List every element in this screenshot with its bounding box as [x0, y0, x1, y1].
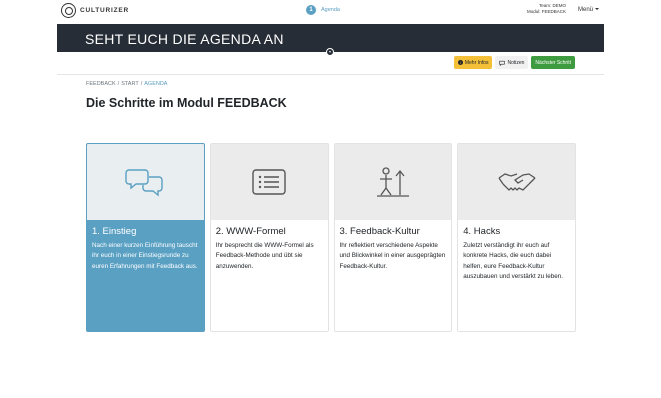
next-step-button[interactable]: Nächster Schritt: [531, 56, 575, 69]
more-info-label: Mehr Infos: [464, 59, 489, 66]
card-image: [334, 144, 452, 220]
logo-icon: [61, 3, 76, 18]
agenda-card-feedback-kultur[interactable]: 3. Feedback-Kultur Ihr reflektiert versc…: [333, 143, 453, 332]
notes-button[interactable]: Notizen: [495, 56, 529, 69]
breadcrumb: FEEDBACK / START / AGENDA: [86, 81, 168, 87]
info-icon: i: [457, 60, 463, 65]
chat-bubbles-icon: [125, 169, 164, 197]
next-step-label: Nächster Schritt: [535, 59, 571, 66]
divider: [57, 74, 604, 75]
agenda-card-einstieg[interactable]: 1. Einstieg Nach einer kurzen Einführung…: [86, 143, 205, 332]
card-text: Ihr reflektiert verschiedene Aspekte und…: [339, 242, 446, 270]
notes-label: Notizen: [507, 59, 525, 66]
list-icon: [252, 169, 286, 195]
team-info: Team: DEMO Modul: FEEDBACK: [527, 3, 566, 15]
chevron-down-icon: [595, 8, 599, 11]
step-label: Agenda: [321, 7, 340, 13]
more-info-button[interactable]: i Mehr Infos: [453, 56, 493, 69]
culturizer-logo[interactable]: CULTURIZER: [61, 3, 129, 18]
modul-line: Modul: FEEDBACK: [526, 9, 566, 14]
page-title: Die Schritte im Modul FEEDBACK: [86, 96, 287, 110]
card-text: Nach einer kurzen Einführung tauscht ihr…: [92, 242, 198, 270]
perspective-icon: [376, 167, 409, 197]
breadcrumb-current: AGENDA: [144, 81, 168, 87]
action-buttons: i Mehr Infos Notizen Nächster Schritt: [453, 56, 575, 69]
card-title: 2. WWW-Formel: [215, 226, 286, 237]
banner-title: SEHT EUCH DIE AGENDA AN: [85, 31, 284, 47]
step-number-badge: 1: [306, 5, 316, 15]
step-indicator[interactable]: 1 Agenda: [306, 5, 340, 15]
menu-label: Menü: [577, 7, 593, 13]
menu-dropdown[interactable]: Menü: [578, 7, 599, 13]
card-text: Zuletzt verständigt ihr euch auf konkret…: [463, 242, 564, 281]
card-image: [87, 144, 204, 220]
comment-icon: [499, 60, 506, 66]
agenda-cards: 1. Einstieg Nach einer kurzen Einführung…: [86, 143, 576, 332]
card-title: 3. Feedback-Kultur: [339, 226, 420, 237]
agenda-card-hacks[interactable]: 4. Hacks Zuletzt verständigt ihr euch au…: [457, 143, 576, 332]
handshake-icon: [498, 173, 536, 191]
card-text: Ihr besprecht die WWW-Formel als Feedbac…: [215, 242, 314, 270]
breadcrumb-item[interactable]: START: [121, 81, 139, 87]
agenda-card-www-formel[interactable]: 2. WWW-Formel Ihr besprecht die WWW-Form…: [209, 143, 329, 332]
top-bar: CULTURIZER 1 Agenda Team: DEMO Modul: FE…: [57, 0, 604, 24]
card-title: 4. Hacks: [463, 226, 501, 237]
card-image: [458, 144, 575, 220]
breadcrumb-item[interactable]: FEEDBACK: [86, 81, 116, 87]
card-image: [210, 144, 328, 220]
collapse-toggle-icon[interactable]: [326, 48, 334, 56]
card-title: 1. Einstieg: [92, 226, 137, 237]
logo-text: CULTURIZER: [80, 7, 130, 14]
